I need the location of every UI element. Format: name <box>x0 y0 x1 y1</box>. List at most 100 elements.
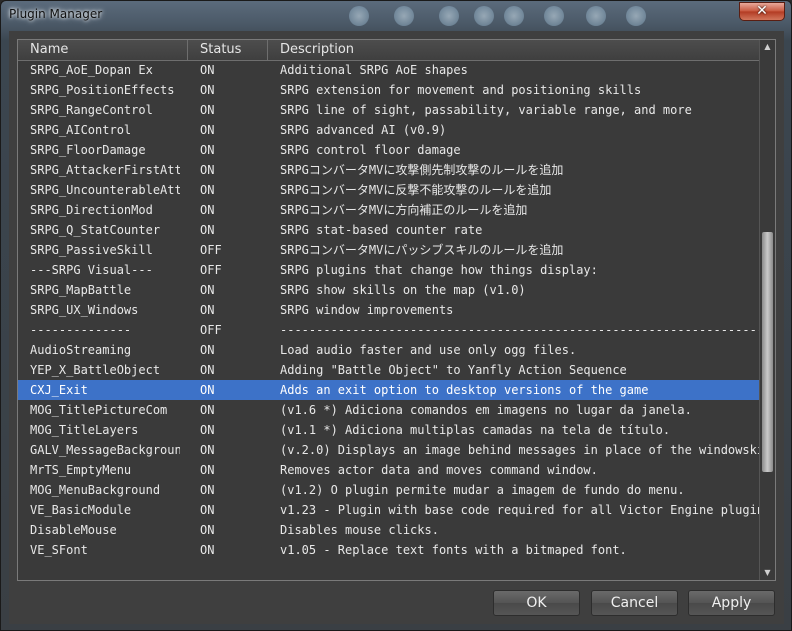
close-icon: ✕ <box>756 3 768 19</box>
scroll-down-icon[interactable]: ▼ <box>760 566 775 580</box>
plugin-row[interactable]: VE_SFont ON v1.05 - Replace text fonts wit… <box>18 540 761 560</box>
plugin-row[interactable]: SRPG_PositionEffects ON SRPG extension for… <box>18 80 761 100</box>
plugin-row[interactable]: SRPG_AoE_Dopan Ex ON Additional SRPG AoE s… <box>18 60 761 80</box>
plugin-status: ON <box>200 503 215 517</box>
plugin-description: (v.2.0) Displays an image behind message… <box>280 443 761 457</box>
plugin-row[interactable]: SRPG_FloorDamage ON SRPG control floor dam… <box>18 140 761 160</box>
plugin-row[interactable]: ---SRPG Visual--- OFF SRPG plugins that ch… <box>18 260 761 280</box>
plugin-name: AudioStreaming <box>30 343 132 357</box>
plugin-name: VE_SFont <box>30 543 88 557</box>
plugin-status: ON <box>200 123 215 137</box>
cancel-button[interactable]: Cancel <box>591 590 678 616</box>
plugin-row[interactable]: AudioStreaming ON Load audio faster and us… <box>18 340 761 360</box>
vertical-scrollbar[interactable]: ▲ ▼ <box>759 40 775 580</box>
plugin-status: ON <box>200 83 215 97</box>
plugin-status: ON <box>200 143 215 157</box>
plugin-status: ON <box>200 543 215 557</box>
plugin-status: ON <box>200 403 215 417</box>
plugin-name: MOG_TitlePictureCom <box>30 403 168 417</box>
background-app-icon <box>504 6 524 26</box>
title-bar[interactable]: Plugin Manager ✕ <box>1 1 791 31</box>
plugin-row[interactable]: SRPG_DirectionMod ON SRPGコンバータMVに方向補正のルールを… <box>18 200 761 220</box>
plugin-name: SRPG_RangeControl <box>30 103 153 117</box>
plugin-row[interactable]: SRPG_UX_Windows ON SRPG window improvement… <box>18 300 761 320</box>
plugin-row[interactable]: CXJ_Exit ON Adds an exit option to desktop… <box>18 380 761 400</box>
plugin-name: MrTS_EmptyMenu <box>30 463 132 477</box>
plugin-row[interactable]: SRPG_MapBattle ON SRPG show skills on the … <box>18 280 761 300</box>
plugin-description: Adds an exit option to desktop versions … <box>280 383 649 397</box>
plugin-description: Load audio faster and use only ogg files… <box>280 343 577 357</box>
column-header-description[interactable]: Description <box>268 40 761 60</box>
plugin-status: ON <box>200 303 215 317</box>
plugin-status: ON <box>200 423 215 437</box>
plugin-name: DisableMouse <box>30 523 117 537</box>
plugin-name: SRPG_MapBattle <box>30 283 132 297</box>
plugin-status: ON <box>200 343 215 357</box>
plugin-description: Disables mouse clicks. <box>280 523 439 537</box>
plugin-description: (v1.1 *) Adiciona multiplas camadas na t… <box>280 423 671 437</box>
apply-button[interactable]: Apply <box>688 590 775 616</box>
plugin-description: ----------------------------------------… <box>280 323 761 337</box>
plugin-description: v1.23 - Plugin with base code required f… <box>280 503 761 517</box>
plugin-row[interactable]: MOG_MenuBackground ON (v1.2) O plugin perm… <box>18 480 761 500</box>
plugin-name: SRPG_PassiveSkill <box>30 243 153 257</box>
plugin-status: ON <box>200 463 215 477</box>
plugin-status: ON <box>200 283 215 297</box>
plugin-row[interactable]: SRPG_UncounterableAtt… ON SRPGコンバータMVに反撃不能… <box>18 180 761 200</box>
plugin-row[interactable]: MOG_TitleLayers ON (v1.1 *) Adiciona multi… <box>18 420 761 440</box>
plugin-row[interactable]: SRPG_RangeControl ON SRPG line of sight, p… <box>18 100 761 120</box>
plugin-description: (v1.2) O plugin permite mudar a imagem d… <box>280 483 685 497</box>
plugin-row[interactable]: SRPG_Q_StatCounter ON SRPG stat-based coun… <box>18 220 761 240</box>
plugin-status: ON <box>200 163 215 177</box>
scrollbar-thumb[interactable] <box>762 231 773 472</box>
plugin-status: ON <box>200 203 215 217</box>
plugin-description: Additional SRPG AoE shapes <box>280 63 468 77</box>
plugin-name: MOG_MenuBackground <box>30 483 161 497</box>
plugin-manager-window: Plugin Manager ✕ Name Status Description… <box>0 0 792 631</box>
plugin-row[interactable]: MOG_TitlePictureCom ON (v1.6 *) Adiciona c… <box>18 400 761 420</box>
plugin-description: SRPGコンバータMVに方向補正のルールを追加 <box>280 203 528 217</box>
plugin-description: SRPG extension for movement and position… <box>280 83 642 97</box>
plugin-name: YEP_X_BattleObject <box>30 363 161 377</box>
plugin-description: SRPGコンバータMVにパッシブスキルのルールを追加 <box>280 243 564 257</box>
plugin-row[interactable]: DisableMouse ON Disables mouse clicks. <box>18 520 761 540</box>
plugin-status: ON <box>200 523 215 537</box>
column-header-status[interactable]: Status <box>188 40 268 60</box>
column-header-name[interactable]: Name <box>18 40 188 60</box>
ok-button[interactable]: OK <box>493 590 580 616</box>
plugin-name: SRPG_Q_StatCounter <box>30 223 161 237</box>
list-header: Name Status Description <box>18 40 761 61</box>
plugin-list[interactable]: Name Status Description SRPG_AoE_Dopan E… <box>17 39 776 581</box>
scroll-up-icon[interactable]: ▲ <box>760 40 775 54</box>
background-app-icon <box>394 6 414 26</box>
plugin-status: ON <box>200 383 215 397</box>
background-app-icon <box>544 6 564 26</box>
plugin-description: SRPGコンバータMVに反撃不能攻撃のルールを追加 <box>280 183 552 197</box>
close-button[interactable]: ✕ <box>739 2 785 21</box>
background-app-icon <box>586 6 606 26</box>
plugin-name: GALV_MessageBackground <box>30 443 180 457</box>
plugin-name: SRPG_AIControl <box>30 123 132 137</box>
plugin-row[interactable]: SRPG_PassiveSkill OFF SRPGコンバータMVにパッシブスキルの… <box>18 240 761 260</box>
plugin-row[interactable]: GALV_MessageBackground ON (v.2.0) Displays… <box>18 440 761 460</box>
plugin-name: SRPG_PositionEffects <box>30 83 175 97</box>
plugin-row[interactable]: -------------- OFF -----------------------… <box>18 320 761 340</box>
plugin-row[interactable]: VE_BasicModule ON v1.23 - Plugin with base… <box>18 500 761 520</box>
plugin-status: OFF <box>200 243 222 257</box>
plugin-description: (v1.6 *) Adiciona comandos em imagens no… <box>280 403 692 417</box>
plugin-name: SRPG_DirectionMod <box>30 203 153 217</box>
plugin-description: SRPG plugins that change how things disp… <box>280 263 598 277</box>
plugin-description: Adding "Battle Object" to Yanfly Action … <box>280 363 627 377</box>
plugin-status: ON <box>200 363 215 377</box>
plugin-name: ---SRPG Visual--- <box>30 263 153 277</box>
plugin-name: SRPG_UX_Windows <box>30 303 139 317</box>
plugin-name: MOG_TitleLayers <box>30 423 139 437</box>
plugin-status: ON <box>200 443 215 457</box>
plugin-row[interactable]: MrTS_EmptyMenu ON Removes actor data and m… <box>18 460 761 480</box>
plugin-name: SRPG_AoE_Dopan Ex <box>30 63 153 77</box>
plugin-row[interactable]: YEP_X_BattleObject ON Adding "Battle Objec… <box>18 360 761 380</box>
plugin-description: v1.05 - Replace text fonts with a bitmap… <box>280 543 627 557</box>
plugin-row[interactable]: SRPG_AttackerFirstAtt… ON SRPGコンバータMVに攻撃側先… <box>18 160 761 180</box>
plugin-row[interactable]: SRPG_AIControl ON SRPG advanced AI (v0.9) <box>18 120 761 140</box>
plugin-status: ON <box>200 183 215 197</box>
